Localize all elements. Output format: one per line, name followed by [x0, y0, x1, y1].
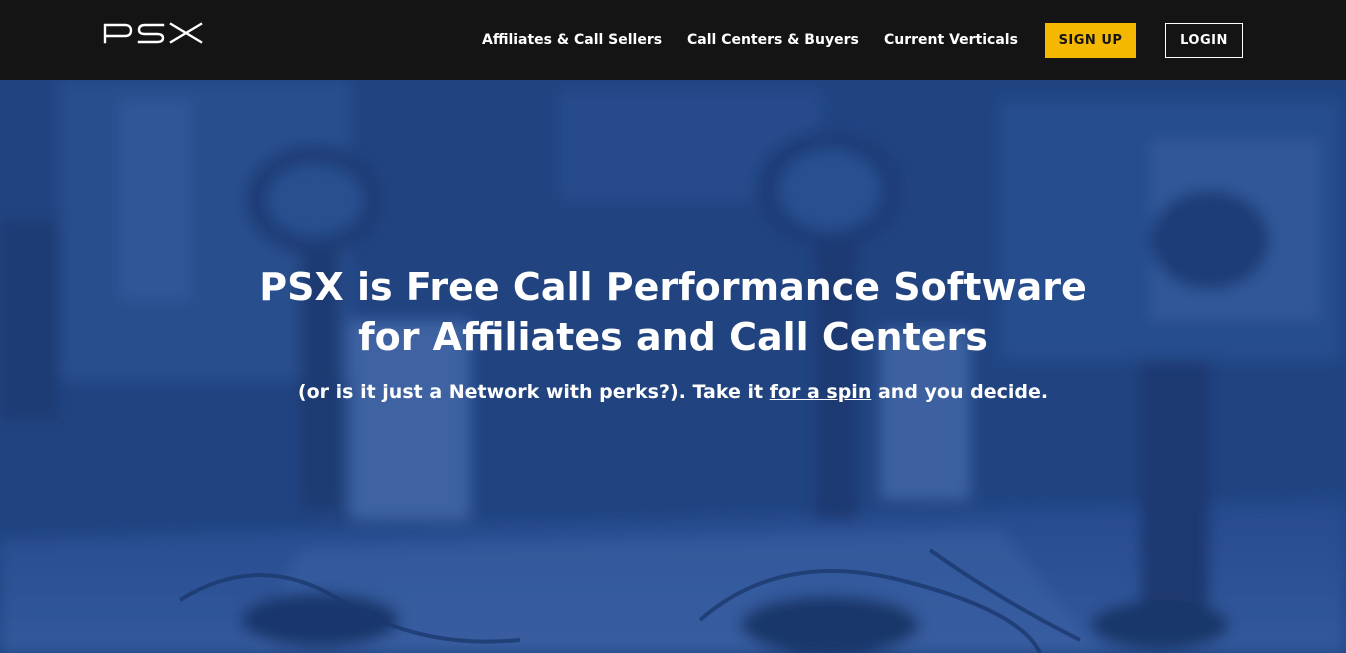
hero-subheadline: (or is it just a Network with perks?). T…: [0, 379, 1346, 405]
hero-section: PSX is Free Call Performance Software fo…: [0, 80, 1346, 653]
for-a-spin-link[interactable]: for a spin: [770, 381, 872, 403]
login-button[interactable]: LOGIN: [1165, 23, 1243, 58]
hero-subheadline-text-after: and you decide.: [871, 381, 1049, 403]
nav-current-verticals[interactable]: Current Verticals: [884, 0, 1018, 80]
hero-headline-line-1: PSX is Free Call Performance Software: [259, 265, 1087, 309]
nav-call-centers-buyers[interactable]: Call Centers & Buyers: [687, 0, 859, 80]
sign-up-button[interactable]: SIGN UP: [1045, 23, 1136, 58]
top-navigation-bar: Affiliates & Call Sellers Call Centers &…: [0, 0, 1346, 80]
hero-headline-line-2: for Affiliates and Call Centers: [358, 315, 988, 359]
nav-affiliates-call-sellers[interactable]: Affiliates & Call Sellers: [482, 0, 662, 80]
hero-subheadline-text-before: (or is it just a Network with perks?). T…: [297, 381, 770, 403]
hero-background-image: [0, 80, 1346, 653]
hero-headline: PSX is Free Call Performance Software fo…: [0, 262, 1346, 362]
psx-logo[interactable]: [103, 22, 205, 44]
